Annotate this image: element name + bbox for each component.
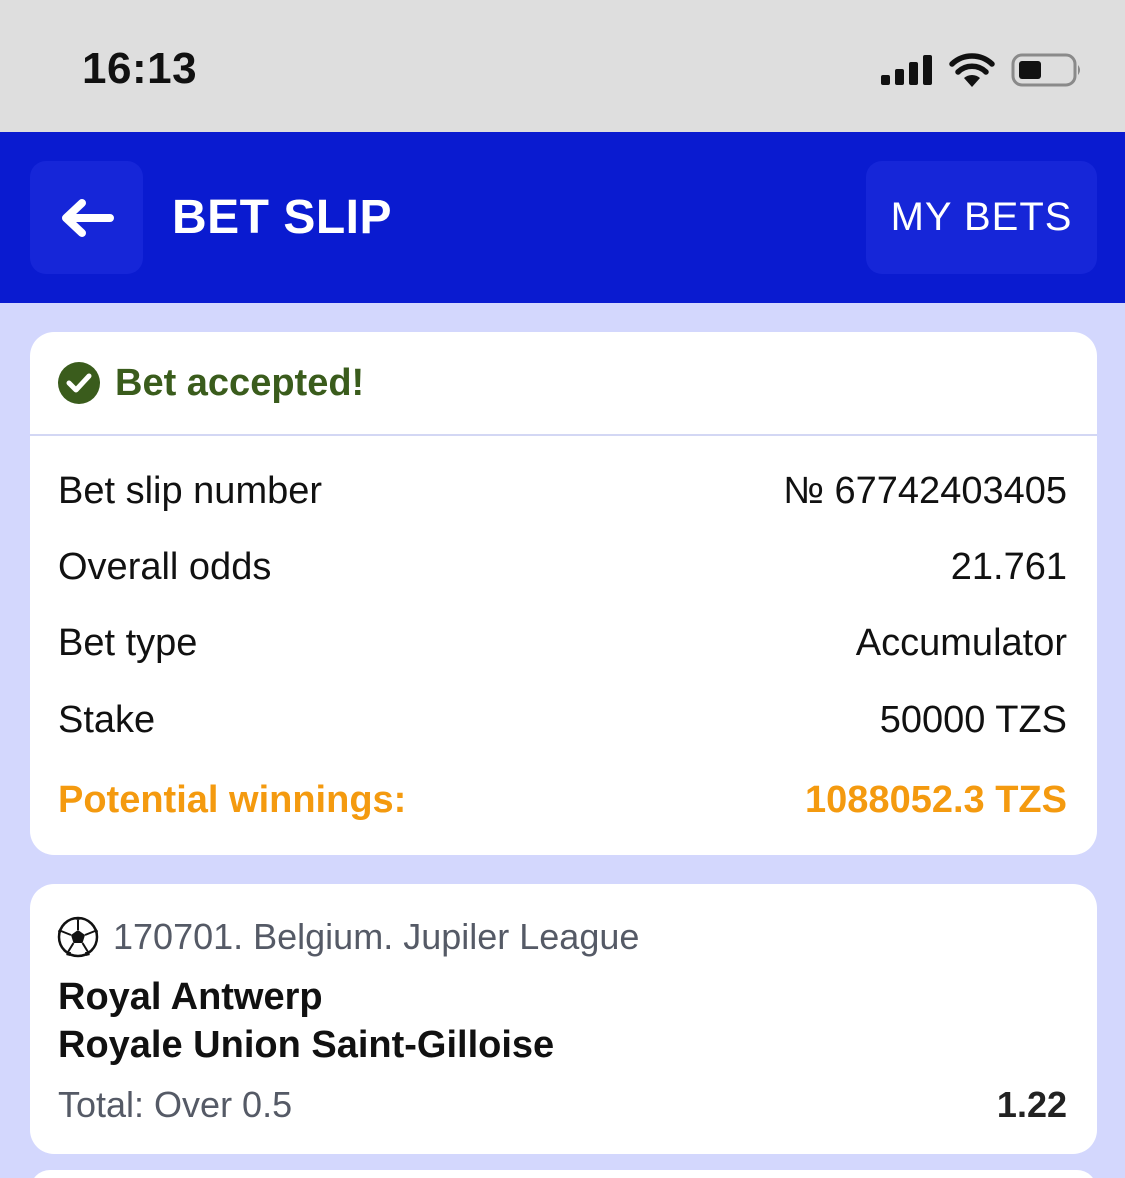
page-title: BET SLIP bbox=[172, 191, 393, 244]
odd-value: 1.22 bbox=[996, 1084, 1067, 1125]
soccer-ball-icon bbox=[57, 916, 99, 958]
overall-odds-row: Overall odds 21.761 bbox=[58, 546, 1067, 589]
home-team: Royal Antwerp bbox=[58, 976, 323, 1018]
next-event-card[interactable] bbox=[30, 1170, 1097, 1178]
row-value: 50000 TZS bbox=[879, 699, 1067, 741]
stake-row: Stake 50000 TZS bbox=[58, 699, 1067, 742]
row-label: Overall odds bbox=[58, 546, 272, 588]
wifi-icon bbox=[949, 53, 995, 87]
potential-winnings-row: Potential winnings: 1088052.3 TZS bbox=[58, 779, 1067, 822]
row-value: № 67742403405 bbox=[783, 470, 1067, 512]
my-bets-button[interactable]: MY BETS bbox=[866, 161, 1097, 274]
event-card[interactable]: 170701. Belgium. Jupiler League Royal An… bbox=[30, 884, 1097, 1154]
potential-winnings-value: 1088052.3 TZS bbox=[805, 779, 1067, 821]
league-name: 170701. Belgium. Jupiler League bbox=[113, 916, 640, 957]
bet-type-row: Bet type Accumulator bbox=[58, 622, 1067, 665]
check-circle-icon bbox=[58, 362, 100, 404]
bet-slip-number-row: Bet slip number № 67742403405 bbox=[58, 470, 1067, 513]
bet-summary-card: Bet accepted! Bet slip number № 67742403… bbox=[30, 332, 1097, 855]
away-team: Royale Union Saint-Gilloise bbox=[58, 1024, 555, 1066]
row-label: Stake bbox=[58, 699, 156, 741]
status-icons bbox=[881, 50, 1083, 90]
row-value: Accumulator bbox=[855, 622, 1067, 664]
bet-accepted-text: Bet accepted! bbox=[115, 361, 365, 404]
row-value: 21.761 bbox=[950, 546, 1067, 588]
row-label: Bet type bbox=[58, 622, 198, 664]
app-header: BET SLIP MY BETS bbox=[0, 132, 1125, 303]
row-label: Bet slip number bbox=[58, 470, 323, 512]
league-row: 170701. Belgium. Jupiler League bbox=[57, 916, 639, 958]
market-label: Total: Over 0.5 bbox=[58, 1084, 293, 1125]
back-button[interactable] bbox=[30, 161, 143, 274]
signal-icon bbox=[881, 55, 932, 85]
battery-icon bbox=[1011, 53, 1080, 87]
status-time: 16:13 bbox=[82, 44, 198, 93]
arrow-left-icon bbox=[61, 198, 114, 237]
bet-accepted-banner: Bet accepted! bbox=[30, 332, 1097, 436]
potential-winnings-label: Potential winnings: bbox=[58, 779, 407, 821]
status-bar: 16:13 bbox=[0, 0, 1125, 132]
